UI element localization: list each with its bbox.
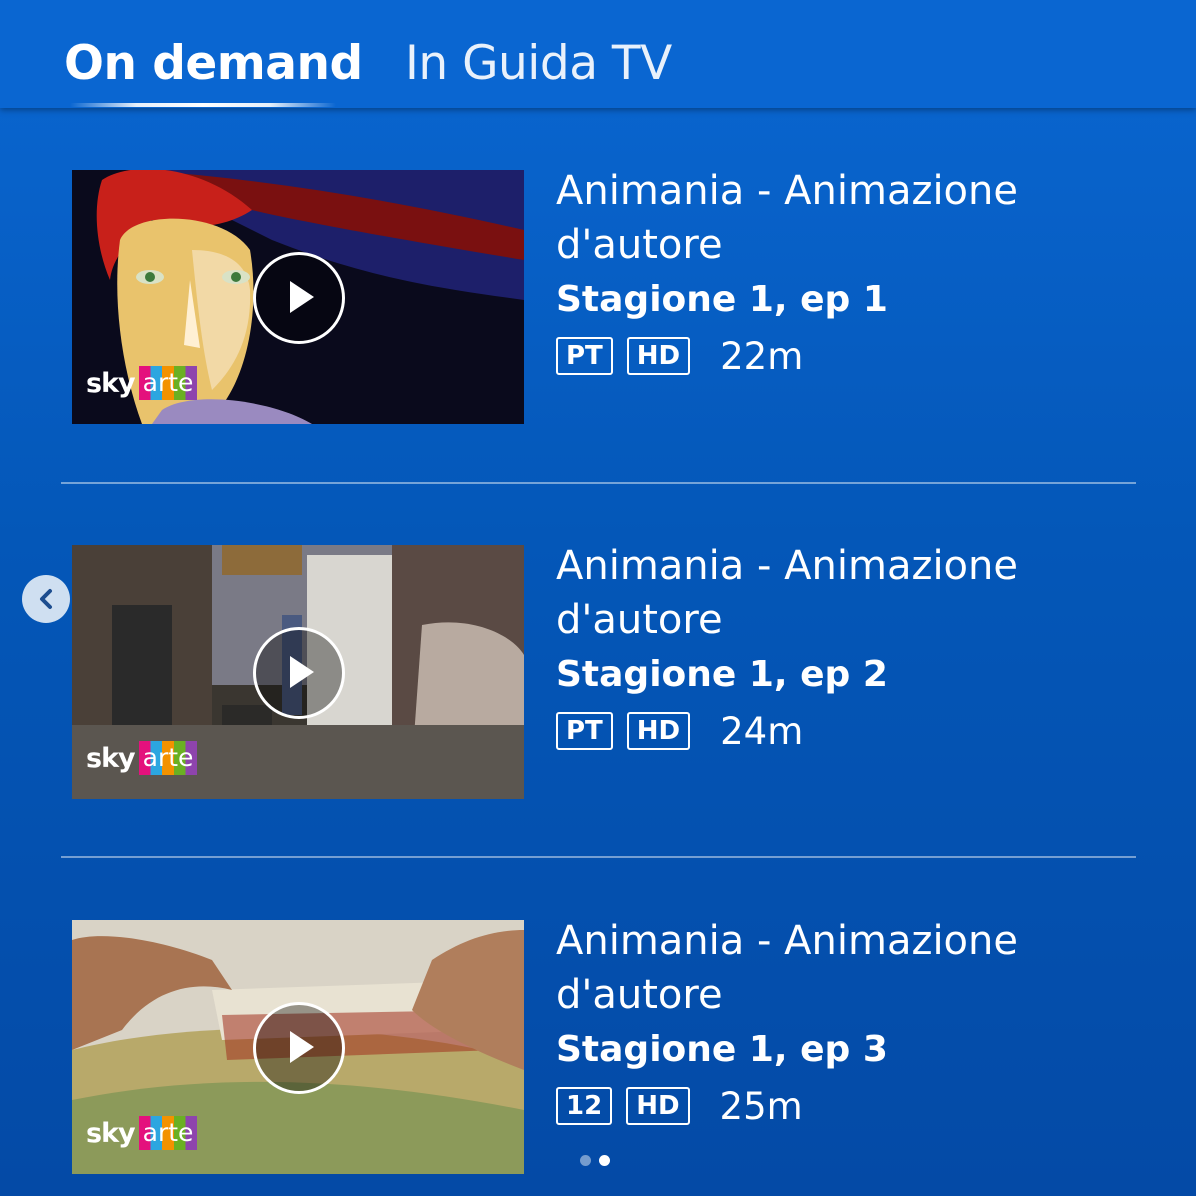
- episode-title-3: Animania - Animazione d'autore: [556, 918, 1018, 1018]
- play-icon: [290, 281, 314, 313]
- page-dot-2[interactable]: [599, 1155, 610, 1166]
- logo-arte-text: arte: [138, 1116, 198, 1150]
- tab-in-guida-tv[interactable]: In Guida TV: [405, 34, 672, 94]
- episode-info-3: Animania - Animazione d'autore Stagione …: [556, 918, 1116, 1128]
- episode-meta-3: 12 HD 25m: [556, 1084, 1116, 1128]
- play-button-3[interactable]: [253, 1002, 345, 1094]
- episode-title-2: Animania - Animazione d'autore: [556, 543, 1018, 643]
- rating-badge: PT: [556, 712, 613, 750]
- sky-arte-logo: sky arte: [86, 741, 198, 775]
- duration-label: 22m: [720, 334, 804, 378]
- quality-badge: HD: [626, 1087, 690, 1125]
- play-icon: [290, 1031, 314, 1063]
- episode-subtitle-2: Stagione 1, ep 2: [556, 654, 888, 695]
- episode-subtitle-1: Stagione 1, ep 1: [556, 279, 888, 320]
- play-button-2[interactable]: [253, 627, 345, 719]
- logo-arte-text: arte: [138, 741, 198, 775]
- episode-item-1[interactable]: sky arte Animania - Animazione d'autore …: [72, 168, 1136, 424]
- episode-thumbnail-2[interactable]: sky arte: [72, 545, 524, 799]
- play-button-1[interactable]: [253, 252, 345, 344]
- chevron-left-icon: [40, 589, 52, 609]
- episode-item-3[interactable]: sky arte Animania - Animazione d'autore …: [72, 918, 1136, 1174]
- duration-label: 24m: [720, 709, 804, 753]
- duration-label: 25m: [719, 1084, 803, 1128]
- episode-thumbnail-1[interactable]: sky arte: [72, 170, 524, 424]
- top-tab-bar: On demand In Guida TV: [0, 0, 1196, 108]
- logo-sky-text: sky: [86, 742, 136, 774]
- episode-title-1: Animania - Animazione d'autore: [556, 168, 1018, 268]
- quality-badge: HD: [626, 712, 691, 750]
- divider: [61, 482, 1136, 484]
- episode-item-2[interactable]: sky arte Animania - Animazione d'autore …: [72, 543, 1136, 799]
- episode-subtitle-3: Stagione 1, ep 3: [556, 1029, 888, 1070]
- logo-sky-text: sky: [86, 1117, 136, 1149]
- sky-arte-logo: sky arte: [86, 366, 198, 400]
- back-button[interactable]: [22, 575, 70, 623]
- episode-meta-2: PT HD 24m: [556, 709, 1116, 753]
- sky-arte-logo: sky arte: [86, 1116, 198, 1150]
- logo-arte-text: arte: [138, 366, 198, 400]
- divider: [61, 856, 1136, 858]
- play-icon: [290, 656, 314, 688]
- pagination-dots: [580, 1155, 618, 1166]
- rating-badge: 12: [556, 1087, 613, 1125]
- logo-sky-text: sky: [86, 367, 136, 399]
- episode-info-2: Animania - Animazione d'autore Stagione …: [556, 543, 1116, 753]
- episode-meta-1: PT HD 22m: [556, 334, 1116, 378]
- active-tab-indicator: [70, 103, 336, 107]
- quality-badge: HD: [626, 337, 691, 375]
- page-dot-1[interactable]: [580, 1155, 591, 1166]
- episode-thumbnail-3[interactable]: sky arte: [72, 920, 524, 1174]
- episode-info-1: Animania - Animazione d'autore Stagione …: [556, 168, 1116, 378]
- rating-badge: PT: [556, 337, 613, 375]
- tab-on-demand[interactable]: On demand: [64, 34, 363, 94]
